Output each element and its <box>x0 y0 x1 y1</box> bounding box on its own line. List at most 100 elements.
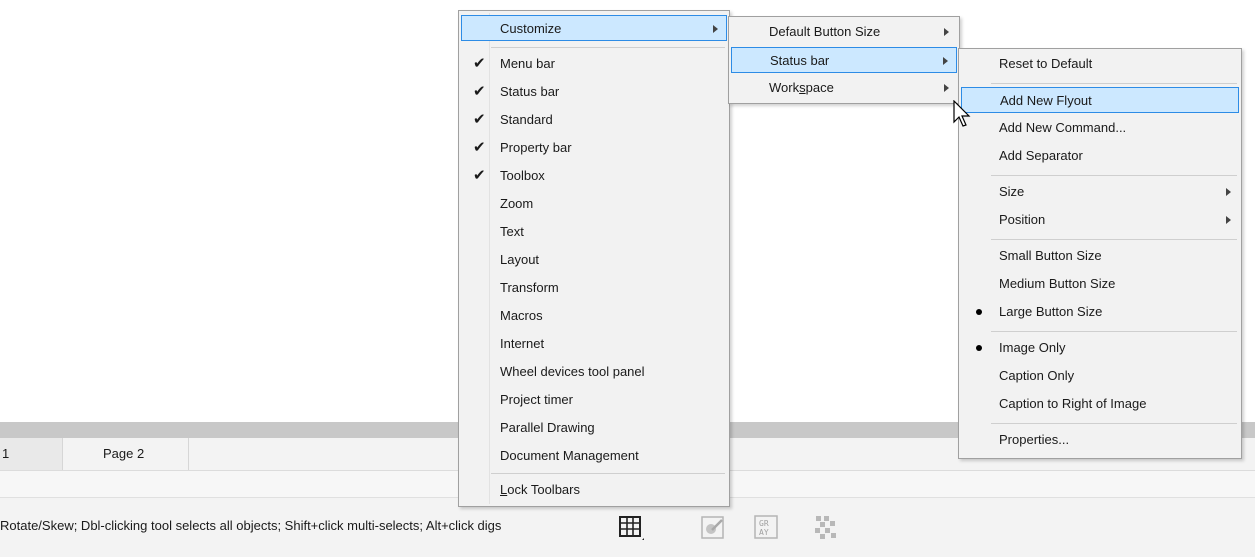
menu-item-toolbar[interactable]: Document Management <box>461 443 727 469</box>
menu-item-medium-button-size[interactable]: Medium Button Size <box>961 271 1239 297</box>
menu-item-status-bar[interactable]: Status bar <box>731 47 957 73</box>
menu-item-caption-right-of-image[interactable]: Caption to Right of Image <box>961 391 1239 417</box>
large-button-size-label: Large Button Size <box>999 304 1103 319</box>
reset-to-default-label: Reset to Default <box>999 56 1093 71</box>
submenu-arrow-icon <box>944 84 949 92</box>
submenu-arrow-icon <box>1226 216 1231 224</box>
menu-item-toolbar-label: Transform <box>500 280 559 295</box>
menu-item-toolbar-label: Menu bar <box>500 56 555 71</box>
menu-separator <box>991 331 1237 332</box>
lock-toolbars-text: ock Toolbars <box>507 482 580 497</box>
menu-item-image-only[interactable]: Image Only <box>961 335 1239 361</box>
grid-table-icon[interactable] <box>616 512 646 542</box>
workspace-text-a: Work <box>769 80 800 95</box>
menu-item-toolbar-label: Property bar <box>500 140 572 155</box>
menu-item-toolbar-label: Wheel devices tool panel <box>500 364 645 379</box>
menu-item-add-new-command[interactable]: Add New Command... <box>961 115 1239 141</box>
checkmark-icon: ✔ <box>473 83 486 100</box>
checkmark-icon: ✔ <box>473 55 486 72</box>
menu-item-lock-toolbars[interactable]: Lock Toolbars <box>461 477 727 503</box>
position-label: Position <box>999 212 1046 227</box>
size-label: Size <box>999 184 1025 199</box>
caption-right-of-image-label: Caption to Right of Image <box>999 396 1147 411</box>
pattern-icon[interactable] <box>811 512 841 542</box>
menu-item-toolbar[interactable]: Parallel Drawing <box>461 415 727 441</box>
menu-item-toolbar[interactable]: Transform <box>461 275 727 301</box>
menu-item-toolbar[interactable]: Macros <box>461 303 727 329</box>
menu-item-workspace[interactable]: Workspace <box>731 75 957 101</box>
default-button-size-label: Default Button Size <box>769 24 881 39</box>
menu-item-position[interactable]: Position <box>961 207 1239 233</box>
workspace-label: Workspace <box>769 75 834 101</box>
menu-item-toolbar-label: Toolbox <box>500 168 545 183</box>
customize-submenu: Default Button Size Status bar Workspace <box>728 16 960 104</box>
caption-only-label: Caption Only <box>999 368 1075 383</box>
submenu-arrow-icon <box>713 25 718 33</box>
checkmark-icon: ✔ <box>473 139 486 156</box>
menu-item-toolbar[interactable]: Text <box>461 219 727 245</box>
menu-item-toolbar[interactable]: ✔ Toolbox <box>461 163 727 189</box>
menu-item-toolbar-label: Status bar <box>500 84 560 99</box>
menu-item-large-button-size[interactable]: Large Button Size <box>961 299 1239 325</box>
color-proof-icon[interactable] <box>698 512 728 542</box>
checkmark-icon: ✔ <box>473 167 486 184</box>
menu-item-toolbar[interactable]: Zoom <box>461 191 727 217</box>
menu-separator <box>991 175 1237 176</box>
add-new-command-label: Add New Command... <box>999 120 1127 135</box>
page-tab-1[interactable]: 1 <box>0 438 63 470</box>
menu-item-toolbar-label: Zoom <box>500 196 534 211</box>
status-bar-label: Status bar <box>770 53 830 68</box>
menu-item-default-button-size[interactable]: Default Button Size <box>731 19 957 45</box>
menu-separator <box>491 47 725 48</box>
workspace-text-b: pace <box>805 80 834 95</box>
menu-item-toolbar-label: Standard <box>500 112 553 127</box>
menu-item-properties[interactable]: Properties... <box>961 427 1239 453</box>
radio-selected-icon <box>976 309 982 315</box>
menu-item-customize-label: Customize <box>500 21 562 36</box>
menu-item-toolbar[interactable]: Project timer <box>461 387 727 413</box>
menu-separator <box>991 83 1237 84</box>
page-tab-2[interactable]: Page 2 <box>63 438 189 470</box>
menu-item-size[interactable]: Size <box>961 179 1239 205</box>
submenu-arrow-icon <box>1226 188 1231 196</box>
add-separator-label: Add Separator <box>999 148 1083 163</box>
submenu-arrow-icon <box>944 28 949 36</box>
menu-item-toolbar-label: Internet <box>500 336 545 351</box>
menu-item-toolbar-label: Document Management <box>500 448 639 463</box>
menu-item-small-button-size[interactable]: Small Button Size <box>961 243 1239 269</box>
menu-item-add-separator[interactable]: Add Separator <box>961 143 1239 169</box>
menu-item-toolbar[interactable]: Layout <box>461 247 727 273</box>
menu-item-toolbar[interactable]: ✔ Status bar <box>461 79 727 105</box>
menu-item-toolbar-label: Project timer <box>500 392 573 407</box>
menu-item-toolbar-label: Parallel Drawing <box>500 420 595 435</box>
svg-text:GR: GR <box>759 519 769 528</box>
status-bar-submenu: Reset to Default Add New Flyout Add New … <box>958 48 1242 459</box>
menu-item-toolbar-label: Text <box>500 224 524 239</box>
add-new-flyout-label: Add New Flyout <box>1000 93 1092 108</box>
menu-item-lock-toolbars-label: Lock Toolbars <box>500 477 580 503</box>
svg-text:AY: AY <box>759 528 769 537</box>
menu-item-toolbar[interactable]: ✔ Standard <box>461 107 727 133</box>
menu-separator <box>491 473 725 474</box>
menu-item-toolbar[interactable]: ✔ Menu bar <box>461 51 727 77</box>
menu-item-caption-only[interactable]: Caption Only <box>961 363 1239 389</box>
grayscale-icon[interactable]: GR AY <box>751 512 781 542</box>
radio-selected-icon <box>976 345 982 351</box>
menu-item-add-new-flyout[interactable]: Add New Flyout <box>961 87 1239 113</box>
menu-item-toolbar-label: Macros <box>500 308 543 323</box>
toolbar-context-menu: Customize Lock Toolbars ✔ Menu bar ✔ Status… <box>458 10 730 507</box>
menu-item-toolbar-label: Layout <box>500 252 540 267</box>
page-tab-2-label: Page 2 <box>103 446 145 461</box>
menu-item-reset-to-default[interactable]: Reset to Default <box>961 51 1239 77</box>
menu-separator <box>991 423 1237 424</box>
page-tab-1-label: 1 <box>2 446 10 461</box>
menu-item-toolbar[interactable]: Internet <box>461 331 727 357</box>
medium-button-size-label: Medium Button Size <box>999 276 1116 291</box>
image-only-label: Image Only <box>999 340 1066 355</box>
menu-item-customize[interactable]: Customize <box>461 15 727 41</box>
menu-item-toolbar[interactable]: Wheel devices tool panel <box>461 359 727 385</box>
submenu-arrow-icon <box>943 57 948 65</box>
menu-item-toolbar[interactable]: ✔ Property bar <box>461 135 727 161</box>
checkmark-icon: ✔ <box>473 111 486 128</box>
properties-label: Properties... <box>999 432 1070 447</box>
